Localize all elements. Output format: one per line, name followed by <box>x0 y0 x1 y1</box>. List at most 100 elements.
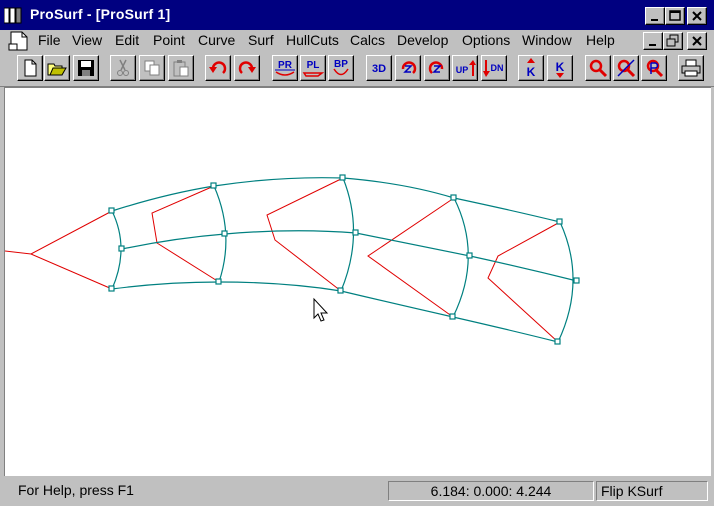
menu-hullcuts[interactable]: HullCuts <box>286 32 339 48</box>
maximize-icon <box>669 10 681 21</box>
drawing-canvas[interactable] <box>4 87 711 476</box>
control-point[interactable] <box>337 287 344 294</box>
cut-button[interactable] <box>110 55 136 81</box>
paste-button[interactable] <box>168 55 194 81</box>
surface-mesh <box>111 177 578 343</box>
menu-file[interactable]: File <box>38 32 61 48</box>
open-button[interactable] <box>44 55 70 81</box>
child-minimize-button[interactable] <box>643 32 663 50</box>
svg-text:K: K <box>556 60 565 74</box>
document-icon[interactable] <box>8 30 30 52</box>
child-restore-button[interactable] <box>663 32 683 50</box>
window-title: ProSurf - [ProSurf 1] <box>30 6 171 22</box>
menu-develop[interactable]: Develop <box>397 32 448 48</box>
close-icon <box>692 11 702 21</box>
net-section-2 <box>266 177 344 292</box>
close-button[interactable] <box>687 7 707 25</box>
menu-view[interactable]: View <box>72 32 102 48</box>
minimize-icon <box>651 19 658 21</box>
menu-window[interactable]: Window <box>522 32 572 48</box>
mode-readout: Flip KSurf <box>601 483 663 499</box>
open-folder-icon <box>47 63 67 76</box>
menu-point[interactable]: Point <box>153 32 185 48</box>
rotate-z-right-button[interactable] <box>424 55 450 81</box>
control-point[interactable] <box>339 174 346 181</box>
body-plan-view-button[interactable]: BP <box>328 55 354 81</box>
body-plan-view-icon: BP <box>333 59 349 76</box>
rotate-z-left-button[interactable] <box>395 55 421 81</box>
magnifier-icon <box>589 59 608 78</box>
zoom-cancel-button[interactable] <box>613 55 639 81</box>
surface-view[interactable] <box>4 88 711 476</box>
control-point[interactable] <box>556 218 563 225</box>
svg-text:3D: 3D <box>372 63 386 75</box>
menu-bar: File View Edit Point Curve Surf HullCuts… <box>0 30 714 52</box>
control-point[interactable] <box>118 245 125 252</box>
control-point[interactable] <box>210 182 217 189</box>
profile-view-button[interactable]: PR <box>272 55 298 81</box>
control-point[interactable] <box>554 338 561 345</box>
status-bar: For Help, press F1 6.184: 0.000: 4.244 F… <box>0 478 714 506</box>
printer-icon <box>681 59 701 77</box>
print-button[interactable] <box>678 55 704 81</box>
mouse-cursor-icon <box>313 297 329 322</box>
save-disk-icon <box>78 60 94 76</box>
surface-lower-edge <box>111 281 559 343</box>
surface-station-3 <box>340 177 355 292</box>
menu-options[interactable]: Options <box>462 32 510 48</box>
zoom-previous-button[interactable] <box>641 55 667 81</box>
status-help-text: For Help, press F1 <box>18 482 134 498</box>
control-point[interactable] <box>466 252 473 259</box>
rotate-z-ccw-icon <box>401 61 417 74</box>
menu-edit[interactable]: Edit <box>115 32 139 48</box>
status-mode: Flip KSurf <box>596 481 708 501</box>
menu-surf[interactable]: Surf <box>248 32 274 48</box>
zoom-button[interactable] <box>585 55 611 81</box>
net-section-3 <box>367 197 455 318</box>
control-point[interactable] <box>573 277 580 284</box>
control-point[interactable] <box>450 194 457 201</box>
copy-button[interactable] <box>139 55 165 81</box>
prosurf-app-icon[interactable] <box>3 6 24 24</box>
toolbar: PR PL BP 3D UP DN K K <box>0 52 714 87</box>
new-button[interactable] <box>17 55 43 81</box>
surface-upper-edge <box>111 177 561 223</box>
plan-view-button[interactable]: PL <box>300 55 326 81</box>
coordinate-readout: 6.184: 0.000: 4.244 <box>430 483 552 499</box>
svg-text:PL: PL <box>307 60 320 71</box>
child-close-button[interactable] <box>687 32 707 50</box>
title-bar: ProSurf - [ProSurf 1] <box>0 0 714 30</box>
minimize-button[interactable] <box>645 7 665 25</box>
net-section-1 <box>151 185 220 283</box>
close-icon <box>692 36 702 46</box>
maximize-button[interactable] <box>665 7 685 25</box>
rotate-left-button[interactable] <box>205 55 231 81</box>
menu-help[interactable]: Help <box>586 32 615 48</box>
control-point[interactable] <box>215 278 222 285</box>
minimize-icon <box>649 44 656 46</box>
rotate-up-button[interactable]: UP <box>452 55 478 81</box>
k-down-button[interactable]: K <box>547 55 573 81</box>
3d-view-button[interactable]: 3D <box>366 55 392 81</box>
control-point[interactable] <box>108 285 115 292</box>
menu-calcs[interactable]: Calcs <box>350 32 385 48</box>
menu-curve[interactable]: Curve <box>198 32 235 48</box>
rotate-ccw-icon <box>209 61 227 74</box>
save-button[interactable] <box>73 55 99 81</box>
control-point[interactable] <box>221 230 228 237</box>
k-up-button[interactable]: K <box>518 55 544 81</box>
rotate-down-button[interactable]: DN <box>481 55 507 81</box>
new-file-icon <box>24 59 37 77</box>
net-line-bow-lower <box>30 253 113 290</box>
svg-text:PR: PR <box>278 60 293 71</box>
control-point[interactable] <box>108 207 115 214</box>
svg-text:DN: DN <box>491 63 504 73</box>
svg-text:UP: UP <box>456 65 469 75</box>
control-point[interactable] <box>449 313 456 320</box>
copy-icon <box>144 60 160 76</box>
3d-view-icon: 3D <box>372 63 386 75</box>
rotate-right-button[interactable] <box>234 55 260 81</box>
restore-icon <box>666 34 679 47</box>
control-point[interactable] <box>352 229 359 236</box>
surface-station-5 <box>557 221 574 343</box>
